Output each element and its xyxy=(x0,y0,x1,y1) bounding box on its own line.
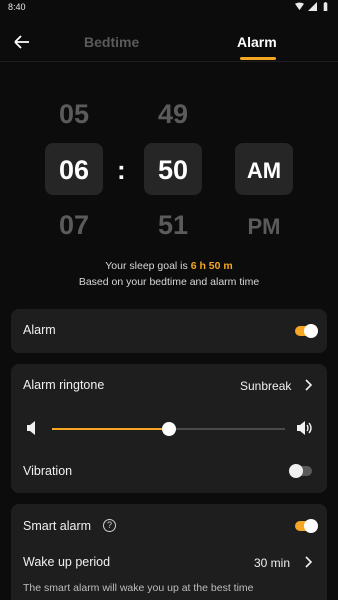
vibration-toggle[interactable] xyxy=(289,464,312,478)
sleep-goal-line: Your sleep goal is 6 h 50 m xyxy=(0,260,338,272)
status-time: 8:40 xyxy=(8,2,26,12)
wake-period-label[interactable]: Wake up period xyxy=(23,555,110,569)
wifi-icon xyxy=(295,2,304,11)
alarm-label: Alarm xyxy=(23,323,56,337)
smart-alarm-toggle[interactable] xyxy=(295,519,318,533)
battery-icon xyxy=(323,2,328,11)
volume-slider-fill xyxy=(52,428,169,430)
vibration-label: Vibration xyxy=(23,464,73,478)
period-next[interactable]: PM xyxy=(236,214,292,240)
ringtone-label[interactable]: Alarm ringtone xyxy=(23,378,104,392)
volume-slider[interactable] xyxy=(52,422,285,436)
smart-alarm-description: The smart alarm will wake you up at the … xyxy=(23,582,254,594)
alarm-card: Alarm xyxy=(11,309,327,353)
help-icon[interactable]: ? xyxy=(103,519,116,532)
tab-indicator xyxy=(240,57,276,60)
ringtone-value[interactable]: Sunbreak xyxy=(240,379,291,393)
smart-alarm-label: Smart alarm xyxy=(23,519,92,533)
signal-icon xyxy=(308,2,317,11)
sleep-goal-subtitle: Based on your bedtime and alarm time xyxy=(78,276,260,288)
volume-slider-thumb[interactable] xyxy=(161,422,176,436)
minute-selected[interactable]: 50 xyxy=(144,155,202,186)
chevron-right-icon[interactable] xyxy=(305,379,313,391)
tab-bedtime[interactable]: Bedtime xyxy=(84,34,139,50)
alarm-toggle[interactable] xyxy=(295,324,318,338)
sleep-goal-prefix: Your sleep goal is xyxy=(105,260,191,272)
status-icons xyxy=(295,2,330,11)
volume-high-icon[interactable] xyxy=(296,420,314,436)
hour-prev[interactable]: 05 xyxy=(46,99,102,130)
header-divider xyxy=(0,61,338,62)
hour-selected[interactable]: 06 xyxy=(45,155,103,186)
minute-prev[interactable]: 49 xyxy=(145,99,201,130)
status-bar: 8:40 xyxy=(0,0,338,14)
sleep-goal-value: 6 h 50 m xyxy=(190,260,233,272)
period-selected[interactable]: AM xyxy=(235,158,293,184)
volume-low-icon[interactable] xyxy=(26,420,40,436)
chevron-right-icon[interactable] xyxy=(305,556,313,568)
wake-period-value[interactable]: 30 min xyxy=(254,556,290,570)
header: Bedtime Alarm xyxy=(0,22,338,62)
tab-alarm[interactable]: Alarm xyxy=(237,34,277,50)
time-separator: : xyxy=(117,155,126,185)
minute-next[interactable]: 51 xyxy=(145,210,201,241)
arrow-left-icon[interactable] xyxy=(13,34,31,50)
hour-next[interactable]: 07 xyxy=(46,210,102,241)
